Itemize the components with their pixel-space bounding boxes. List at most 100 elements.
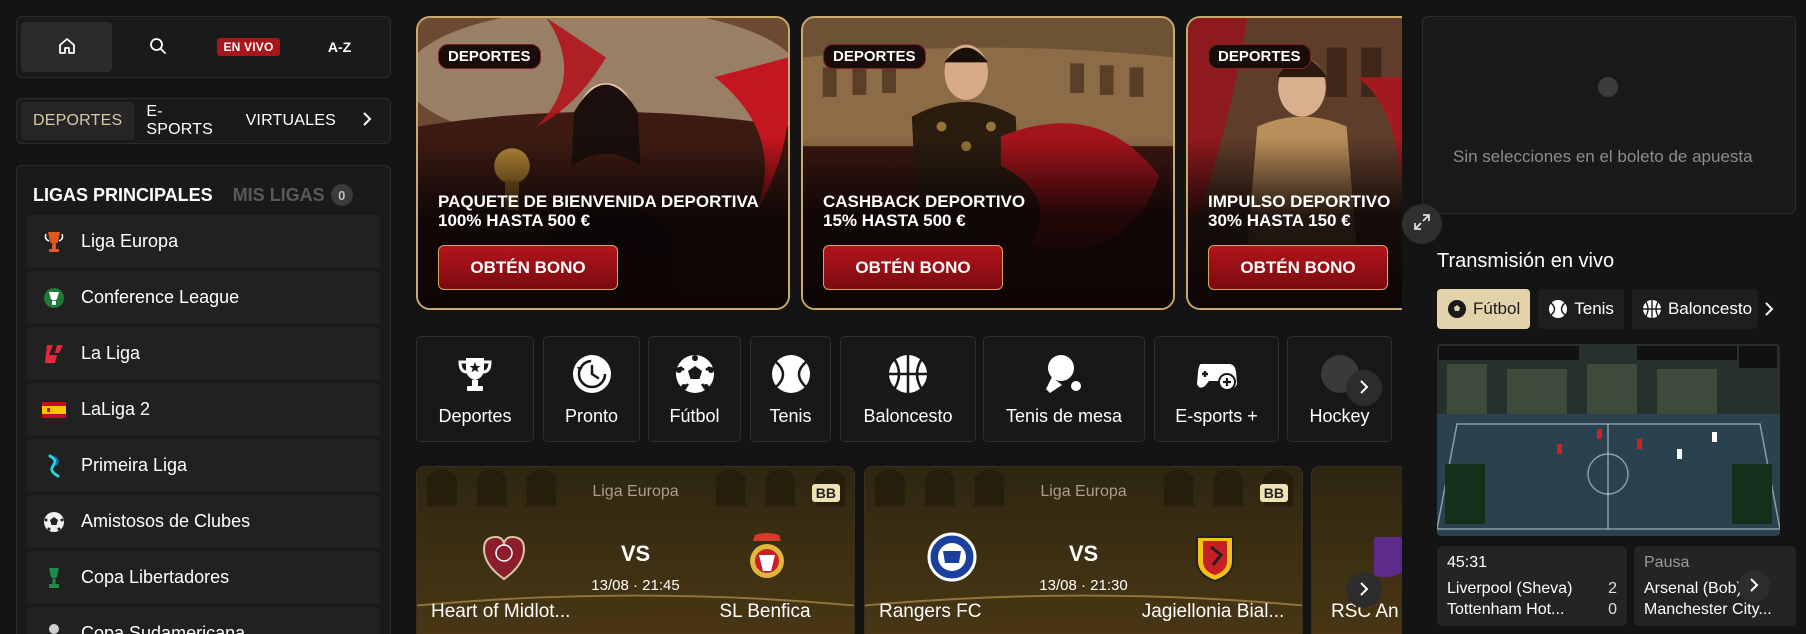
category-baloncesto[interactable]: Baloncesto bbox=[840, 336, 976, 442]
promo-tag: DEPORTES bbox=[823, 44, 926, 69]
league-name: Copa Libertadores bbox=[81, 567, 230, 587]
chevron-right-icon bbox=[1359, 378, 1369, 399]
matches-next-button[interactable] bbox=[1346, 572, 1382, 608]
away-team: SL Benfica bbox=[719, 601, 811, 622]
match-card[interactable]: RSC An bbox=[1311, 466, 1402, 634]
live-stream-video[interactable] bbox=[1437, 344, 1780, 536]
category-tenis[interactable]: Tenis bbox=[750, 336, 831, 442]
league-item-conference-league[interactable]: Conference League bbox=[27, 271, 380, 324]
tennis-ball-icon bbox=[769, 352, 813, 396]
category-label: Tenis de mesa bbox=[1005, 405, 1123, 426]
az-label: A-Z bbox=[327, 39, 352, 55]
get-bonus-button[interactable]: OBTÉN BONO bbox=[823, 245, 1003, 290]
stream-tab-label: Baloncesto bbox=[1667, 299, 1753, 318]
promo-tag: DEPORTES bbox=[1208, 44, 1311, 69]
categories-next-button[interactable] bbox=[1346, 370, 1382, 406]
score-row: Manchester City... bbox=[1644, 599, 1786, 620]
tennis-ball-icon bbox=[1548, 299, 1568, 319]
chevron-right-icon[interactable] bbox=[348, 111, 386, 132]
category-label: Hockey bbox=[1309, 405, 1370, 426]
category-label: Baloncesto bbox=[863, 405, 953, 426]
league-item-laliga-2[interactable]: LaLiga 2 bbox=[27, 383, 380, 436]
team-score: 2 bbox=[1608, 580, 1617, 597]
stream-tab-label: Fútbol bbox=[1473, 299, 1521, 318]
tab-virtuales[interactable]: VIRTUALES bbox=[234, 102, 348, 140]
league-item-primeira-liga[interactable]: Primeira Liga bbox=[27, 439, 380, 492]
promo-title: IMPULSO DEPORTIVO 30% HASTA 150 € bbox=[1208, 192, 1391, 230]
promo-card-cashback[interactable]: DEPORTES CASHBACK DEPORTIVO 15% HASTA 50… bbox=[801, 16, 1175, 310]
libertadores-trophy-icon bbox=[41, 565, 67, 591]
league-item-liga-europa[interactable]: Liga Europa bbox=[27, 215, 380, 268]
home-team: Heart of Midlot... bbox=[431, 601, 571, 622]
clock-icon bbox=[570, 352, 614, 396]
tab-my-leagues[interactable]: MIS LIGAS bbox=[233, 185, 325, 206]
league-name: Primeira Liga bbox=[81, 455, 188, 475]
league-name: Copa Sudamericana bbox=[81, 623, 246, 634]
stream-tab-futbol[interactable]: Fútbol bbox=[1437, 289, 1531, 329]
live-badge: EN VIVO bbox=[217, 38, 280, 56]
category-futbol[interactable]: Fútbol bbox=[648, 336, 741, 442]
category-label: E-sports + bbox=[1175, 405, 1258, 426]
stream-video-frame bbox=[1437, 344, 1780, 536]
primeira-liga-icon bbox=[41, 453, 67, 479]
bet-slip-empty-message: Sin selecciones en el boleto de apuesta bbox=[1453, 147, 1753, 166]
basketball-icon bbox=[886, 352, 930, 396]
jagiellonia-crest-icon bbox=[1189, 531, 1241, 583]
tab-main-leagues[interactable]: LIGAS PRINCIPALES bbox=[33, 185, 213, 206]
live-score-card[interactable]: Pausa Arsenal (Bob) Manchester City... bbox=[1634, 546, 1796, 626]
league-item-copa-libertadores[interactable]: Copa Libertadores bbox=[27, 551, 380, 604]
promo-title: PAQUETE DE BIENVENIDA DEPORTIVA 100% HAS… bbox=[438, 192, 759, 230]
score-row: Liverpool (Sheva) 2 bbox=[1447, 578, 1617, 599]
bet-slip: Sin selecciones en el boleto de apuesta bbox=[1422, 16, 1796, 214]
league-item-copa-sudamericana[interactable]: Copa Sudamericana bbox=[27, 607, 380, 634]
search-button[interactable] bbox=[112, 22, 203, 72]
get-bonus-button[interactable]: OBTÉN BONO bbox=[438, 245, 618, 290]
live-button[interactable]: EN VIVO bbox=[203, 22, 294, 72]
promo-title: CASHBACK DEPORTIVO 15% HASTA 500 € bbox=[823, 192, 1026, 230]
league-name: La Liga bbox=[81, 343, 141, 363]
stream-tab-tenis[interactable]: Tenis bbox=[1538, 289, 1624, 329]
league-name: LaLiga 2 bbox=[81, 399, 151, 419]
promo-card-boost[interactable]: DEPORTES IMPULSO DEPORTIVO 30% HASTA 150… bbox=[1186, 16, 1402, 310]
live-score-card[interactable]: 45:31 Liverpool (Sheva) 2 Tottenham Hot.… bbox=[1437, 546, 1627, 626]
team-name: Arsenal (Bob) bbox=[1644, 580, 1742, 597]
soccer-ball-icon bbox=[41, 509, 67, 535]
category-label: Fútbol bbox=[669, 405, 720, 426]
league-item-la-liga[interactable]: La Liga bbox=[27, 327, 380, 380]
gamepad-icon bbox=[1195, 352, 1239, 396]
az-button[interactable]: A-Z bbox=[294, 22, 385, 72]
team-score: 0 bbox=[1608, 601, 1617, 618]
category-pronto[interactable]: Pronto bbox=[543, 336, 640, 442]
soccer-ball-icon bbox=[673, 352, 717, 396]
match-card[interactable]: Liga Europa BB VS 13/08 · 21:45 Heart of… bbox=[416, 466, 855, 634]
top-nav: EN VIVO A-Z bbox=[16, 16, 391, 78]
category-tenis-de-mesa[interactable]: Tenis de mesa bbox=[983, 336, 1145, 442]
team-name: Tottenham Hot... bbox=[1447, 601, 1565, 618]
category-esports[interactable]: E-sports + bbox=[1154, 336, 1279, 442]
soccer-ball-icon bbox=[1447, 299, 1467, 319]
basketball-icon bbox=[1642, 299, 1662, 319]
category-deportes[interactable]: Deportes bbox=[416, 336, 534, 442]
category-label: Tenis bbox=[769, 405, 812, 426]
tab-esports[interactable]: E-SPORTS bbox=[134, 102, 233, 140]
tab-deportes[interactable]: DEPORTES bbox=[21, 102, 135, 140]
chevron-right-icon[interactable] bbox=[1764, 301, 1774, 317]
league-name: Liga Europa bbox=[81, 231, 179, 251]
league-item-amistosos[interactable]: Amistosos de Clubes bbox=[27, 495, 380, 548]
score-row: Tottenham Hot... 0 bbox=[1447, 599, 1617, 620]
team-name: Liverpool (Sheva) bbox=[1447, 580, 1573, 597]
get-bonus-button[interactable]: OBTÉN BONO bbox=[1208, 245, 1388, 290]
leagues-header: LIGAS PRINCIPALES MIS LIGAS 0 bbox=[27, 178, 380, 212]
promo-card-welcome[interactable]: DEPORTES PAQUETE DE BIENVENIDA DEPORTIVA… bbox=[416, 16, 790, 310]
stream-tab-baloncesto[interactable]: Baloncesto bbox=[1631, 289, 1758, 329]
europa-league-icon bbox=[41, 229, 67, 255]
score-cards-next-button[interactable] bbox=[1738, 570, 1770, 602]
home-button[interactable] bbox=[21, 22, 112, 72]
search-icon bbox=[148, 36, 168, 59]
expand-button[interactable] bbox=[1402, 204, 1442, 244]
sudamericana-icon bbox=[41, 621, 67, 634]
laliga-icon bbox=[41, 341, 67, 367]
benfica-crest-icon bbox=[741, 531, 793, 583]
chevron-right-icon bbox=[1359, 580, 1369, 601]
match-card[interactable]: Liga Europa BB VS 13/08 · 21:30 Rangers … bbox=[864, 466, 1303, 634]
